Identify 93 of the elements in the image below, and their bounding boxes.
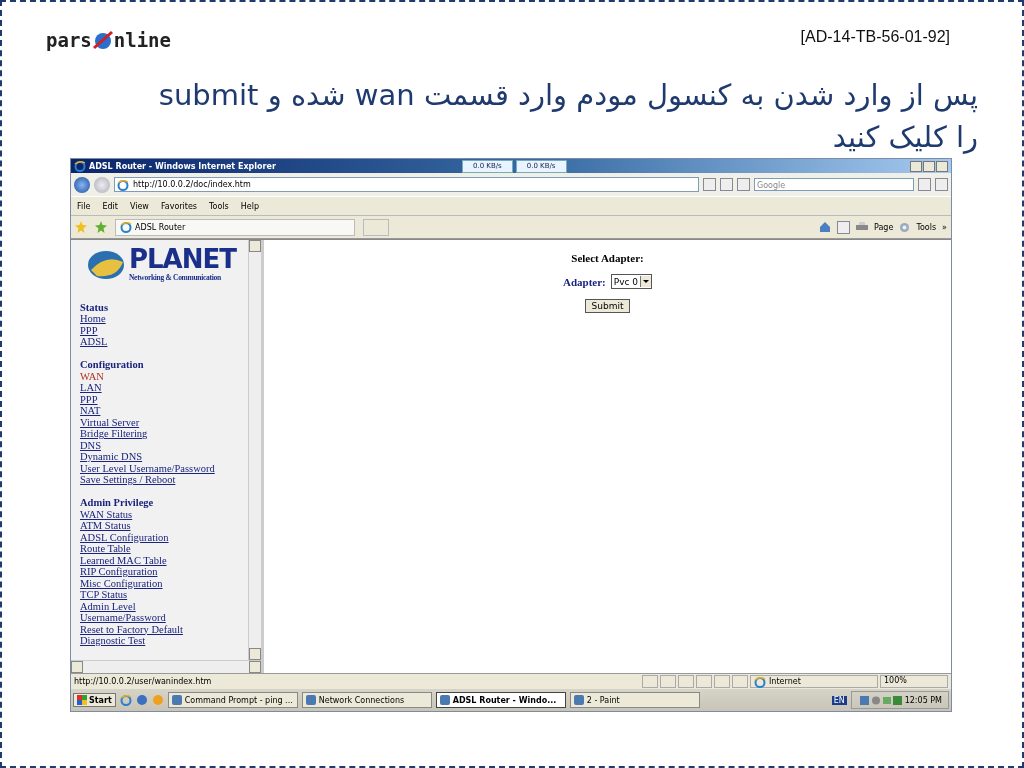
nav-link[interactable]: User Level Username/Password [80,462,215,474]
back-button[interactable] [74,176,90,193]
more-button[interactable]: » [942,222,947,232]
field-label: Adapter: [562,275,606,288]
nav-link[interactable]: Dynamic DNS [80,451,143,463]
logo-text: pars [46,29,92,51]
menu-item[interactable]: File [77,201,91,211]
language-indicator[interactable]: EN [831,695,847,705]
nav-link[interactable]: Home [80,313,106,325]
nav-link[interactable]: Bridge Filtering [80,428,148,440]
nav-link[interactable]: WAN [80,370,104,382]
nav-link[interactable]: ATM Status [80,520,131,532]
nav-link[interactable]: Virtual Server [80,416,140,428]
browser-tab[interactable]: ADSL Router [115,218,355,236]
taskbar-button[interactable]: Network Connections [301,692,432,708]
address-field[interactable]: http://10.0.0.2/doc/index.htm [114,177,699,192]
gear-icon[interactable] [899,221,911,233]
nav-link[interactable]: WAN Status [80,508,133,520]
app-icon [171,695,182,705]
close-button[interactable] [936,160,948,172]
nav-link[interactable]: RIP Configuration [80,566,158,578]
horizontal-scrollbar[interactable] [71,660,261,673]
status-panel [678,675,694,688]
nav-link[interactable]: Username/Password [80,612,166,624]
slide-heading: پس از وارد شدن به کنسول مودم وارد قسمت wan شده و submit را کلیک کنید [157,77,978,156]
menu-item[interactable]: Favorites [160,201,197,211]
caret-icon[interactable] [640,276,652,287]
zoom-control[interactable]: 100% [880,675,948,688]
maximize-button[interactable] [923,160,935,172]
submit-button[interactable]: Submit [584,299,631,313]
status-panel [732,675,748,688]
status-panel [642,675,658,688]
nav-link[interactable]: Diagnostic Test [80,635,146,647]
globe-icon [91,28,114,52]
section-heading: Configuration [80,359,144,371]
taskbar-button[interactable]: Command Prompt - ping ... [167,692,298,708]
menu-item[interactable]: Edit [102,201,118,211]
nav-link[interactable]: Save Settings / Reboot [80,474,176,486]
app-icon [573,695,584,705]
nav-link[interactable]: Misc Configuration [80,577,163,589]
printer-icon[interactable] [856,222,868,232]
status-panel [660,675,676,688]
page-menu[interactable]: Page [874,222,894,232]
status-url: http://10.0.0.2/user/wanindex.htm [74,677,213,686]
nav-link[interactable]: ADSL [80,336,108,348]
planet-logo-icon [87,249,125,280]
ie-icon [117,178,129,191]
taskbar-button[interactable]: ADSL Router - Windo... [435,692,566,708]
nav-link[interactable]: Admin Level [80,600,136,612]
add-favorite-icon[interactable] [95,221,107,233]
start-button[interactable]: Start [73,693,116,707]
adapter-select[interactable]: Pvc 0 [610,274,653,289]
globe-icon [754,675,766,688]
logo-text: nline [113,29,171,51]
scrollbar[interactable] [248,240,261,660]
nav-link[interactable]: PPP [80,324,98,336]
status-panel [696,675,712,688]
nav-link[interactable]: NAT [80,405,101,417]
ie-icon [74,160,86,172]
tools-menu[interactable]: Tools [916,222,937,232]
windows-logo-icon [77,695,87,705]
ie-icon [120,221,132,233]
section-heading: Admin Privilege [80,497,154,509]
search-field[interactable]: Google [754,178,914,191]
nav-link[interactable]: TCP Status [80,589,128,601]
menu-item[interactable]: Help [240,201,259,211]
section-heading: Status [80,301,108,313]
clock: 12:05 PM [904,695,942,705]
new-tab-button[interactable] [363,218,389,236]
taskbar-button[interactable]: 2 - Paint [569,692,700,708]
document-code: [AD-14-TB-56-01-92] [800,28,950,46]
nav-link[interactable]: PPP [80,393,98,405]
nav-link[interactable]: LAN [80,382,102,394]
form-title: Select Adapter: [571,252,644,264]
logo-name: PLANET [129,244,236,274]
nav-link[interactable]: Route Table [80,543,131,555]
status-panel [714,675,730,688]
home-icon[interactable] [819,221,831,233]
nav-link[interactable]: Learned MAC Table [80,554,167,566]
window-title: ADSL Router - Windows Internet Explorer [89,161,277,171]
star-icon[interactable] [75,221,87,233]
menu-item[interactable]: View [129,201,149,211]
nav-link[interactable]: Reset to Factory Default [80,623,183,635]
media-icon[interactable] [135,694,148,706]
quick-launch-icon [119,694,132,706]
nav-link[interactable]: ADSL Configuration [80,531,169,543]
app-icon [305,695,316,705]
tray-icons[interactable] [857,694,902,706]
menu-item[interactable]: Tools [209,201,229,211]
app-icon [439,695,450,705]
nav-link[interactable]: DNS [80,439,101,451]
minimize-button[interactable] [910,160,922,172]
zone-indicator: Internet [750,675,878,688]
